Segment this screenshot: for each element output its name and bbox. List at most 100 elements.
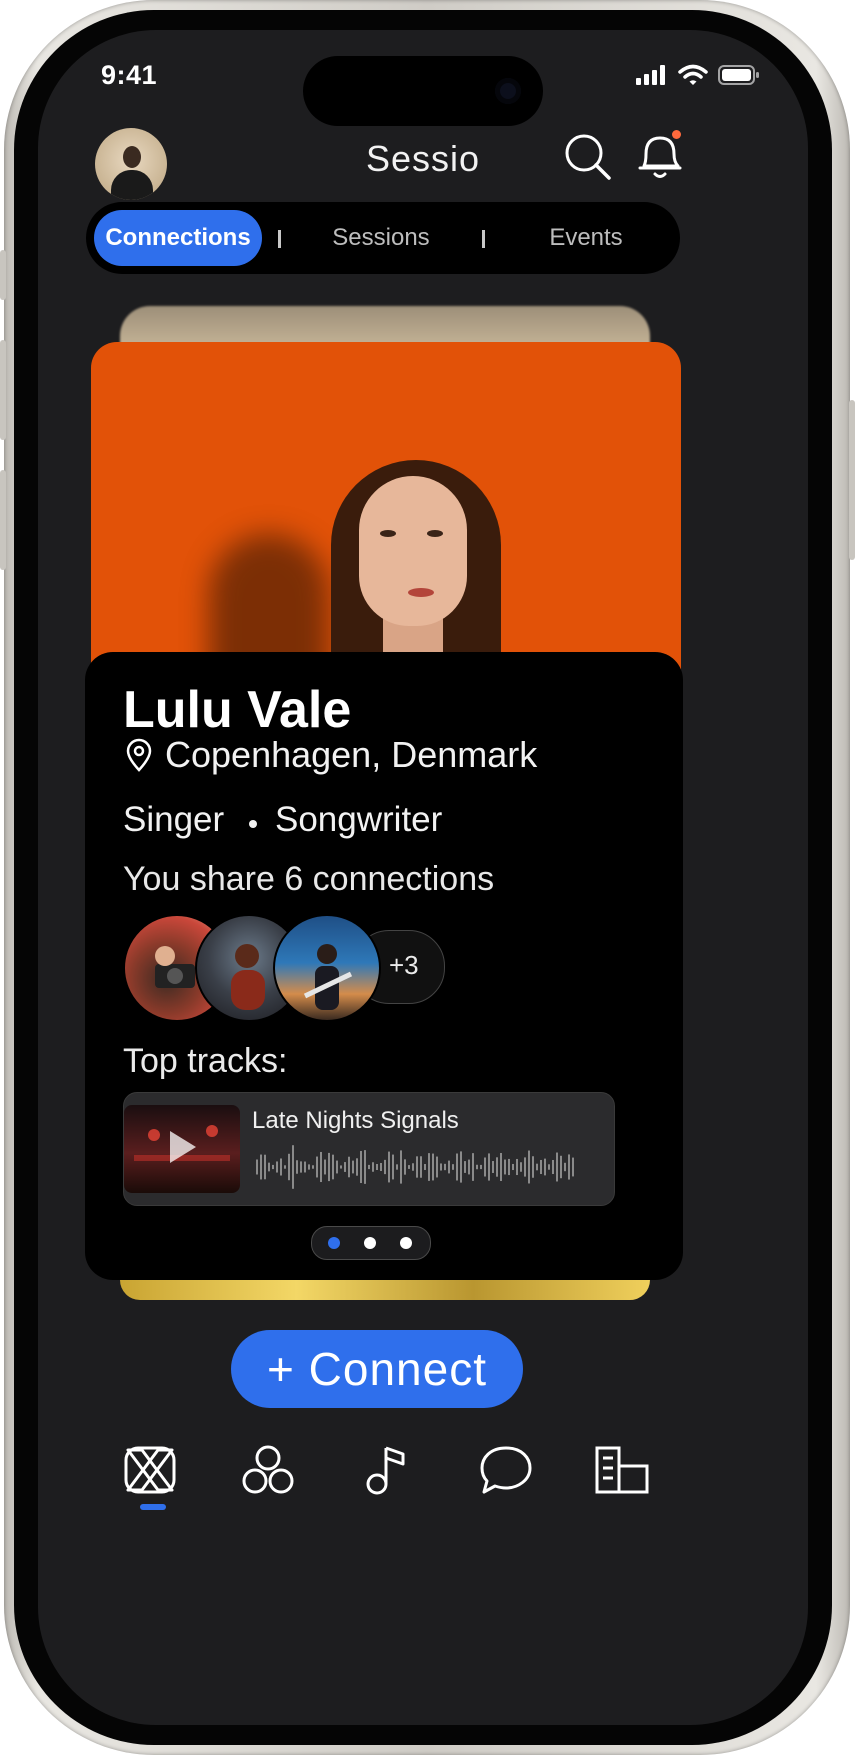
- waveform-bar: [364, 1150, 366, 1184]
- waveform-bar: [452, 1164, 454, 1170]
- status-time: 9:41: [101, 60, 158, 90]
- waveform-bar: [320, 1151, 322, 1183]
- screen: 9:41 Sessio Connections Sessions Events …: [38, 30, 808, 1725]
- waveform-bar: [256, 1159, 258, 1175]
- artist-photo[interactable]: [91, 342, 681, 702]
- pager-dot[interactable]: [400, 1237, 412, 1249]
- waveform-bar: [296, 1160, 298, 1174]
- waveform-bar: [516, 1158, 518, 1176]
- waveform-bar: [448, 1160, 450, 1174]
- artist-role: Singer: [123, 800, 225, 839]
- artist-location: Copenhagen, Denmark: [165, 734, 538, 775]
- photo-eye: [427, 530, 443, 537]
- app-title: Sessio: [365, 138, 481, 179]
- waveform-bar: [360, 1150, 362, 1184]
- action-button: [0, 250, 6, 300]
- artist-role: Songwriter: [275, 800, 443, 839]
- chat-bubble-icon[interactable]: [478, 1444, 534, 1496]
- waveform-bar: [540, 1159, 542, 1175]
- waveform-bar: [496, 1157, 498, 1177]
- venues-icon[interactable]: [593, 1444, 653, 1496]
- connect-button[interactable]: + Connect: [231, 1330, 523, 1408]
- tab-connections[interactable]: Connections: [94, 210, 262, 266]
- photo-face: [359, 476, 467, 626]
- tab-events[interactable]: Events: [506, 210, 666, 266]
- waveform-bar: [312, 1165, 314, 1169]
- waveform-bar: [560, 1155, 562, 1179]
- notification-badge: [672, 130, 681, 139]
- track-title: Late Nights Signals: [252, 1107, 459, 1134]
- waveform-bar: [504, 1159, 506, 1175]
- waveform-bar: [480, 1164, 482, 1170]
- cellular-signal-icon: [636, 65, 665, 85]
- waveform-bar: [340, 1165, 342, 1169]
- waveform-bar: [260, 1154, 262, 1180]
- shared-connections-avatars[interactable]: +3: [123, 914, 453, 1022]
- waveform-bar: [308, 1164, 310, 1170]
- waveform-bar: [536, 1163, 538, 1171]
- connections-icon[interactable]: [122, 1444, 178, 1496]
- segment-tabs: Connections Sessions Events: [86, 202, 680, 274]
- waveform-bar: [464, 1161, 466, 1173]
- waveform-bar: [572, 1157, 574, 1177]
- waveform-bar: [432, 1153, 434, 1181]
- battery-icon: [718, 65, 759, 85]
- waveform-bar: [288, 1153, 290, 1181]
- waveform-bar: [556, 1152, 558, 1182]
- waveform-bar: [300, 1161, 302, 1173]
- waveform-bar: [492, 1161, 494, 1173]
- waveform[interactable]: [256, 1141, 586, 1193]
- waveform-bar: [352, 1160, 354, 1174]
- groups-icon[interactable]: [240, 1444, 296, 1496]
- waveform-bar: [468, 1159, 470, 1175]
- waveform-bar: [564, 1162, 566, 1172]
- waveform-bar: [384, 1159, 386, 1175]
- waveform-bar: [368, 1164, 370, 1170]
- waveform-bar: [416, 1156, 418, 1178]
- profile-info-panel: Lulu Vale Copenhagen, Denmark Singer Son…: [85, 652, 683, 1280]
- waveform-bar: [332, 1154, 334, 1180]
- waveform-bar: [336, 1160, 338, 1174]
- search-icon[interactable]: [563, 132, 613, 182]
- photo-eye: [380, 530, 396, 537]
- waveform-bar: [280, 1158, 282, 1176]
- wifi-icon: [678, 64, 708, 85]
- waveform-bar: [528, 1150, 530, 1184]
- waveform-bar: [568, 1154, 570, 1180]
- top-tracks-label: Top tracks:: [123, 1042, 288, 1080]
- waveform-bar: [348, 1156, 350, 1178]
- waveform-bar: [264, 1154, 266, 1180]
- waveform-bar: [484, 1157, 486, 1177]
- waveform-bar: [460, 1151, 462, 1183]
- waveform-bar: [524, 1157, 526, 1177]
- waveform-bar: [276, 1161, 278, 1173]
- music-note-icon[interactable]: [363, 1444, 411, 1496]
- camera-icon: [495, 78, 521, 104]
- waveform-bar: [428, 1153, 430, 1181]
- waveform-bar: [328, 1152, 330, 1182]
- track-card[interactable]: Late Nights Signals: [123, 1092, 615, 1206]
- waveform-bar: [472, 1153, 474, 1181]
- pager-dot-active[interactable]: [328, 1237, 340, 1249]
- card-pager[interactable]: [311, 1226, 431, 1260]
- location-pin-icon: [126, 738, 152, 772]
- guitarist-icon: [303, 944, 353, 1010]
- volume-down-button: [0, 470, 6, 570]
- connection-avatar: [273, 914, 381, 1022]
- waveform-bar: [444, 1163, 446, 1171]
- dynamic-island: [303, 56, 543, 126]
- waveform-bar: [544, 1158, 546, 1176]
- waveform-bar: [532, 1156, 534, 1178]
- tab-separator: [482, 230, 485, 248]
- tab-sessions[interactable]: Sessions: [301, 210, 461, 266]
- track-thumbnail[interactable]: [124, 1105, 240, 1193]
- waveform-bar: [284, 1165, 286, 1169]
- waveform-bar: [456, 1153, 458, 1181]
- photo-lips: [408, 588, 434, 597]
- play-icon[interactable]: [124, 1105, 240, 1193]
- waveform-bar: [396, 1164, 398, 1170]
- pager-dot[interactable]: [364, 1237, 376, 1249]
- waveform-bar: [344, 1162, 346, 1172]
- waveform-bar: [512, 1163, 514, 1171]
- waveform-bar: [412, 1163, 414, 1171]
